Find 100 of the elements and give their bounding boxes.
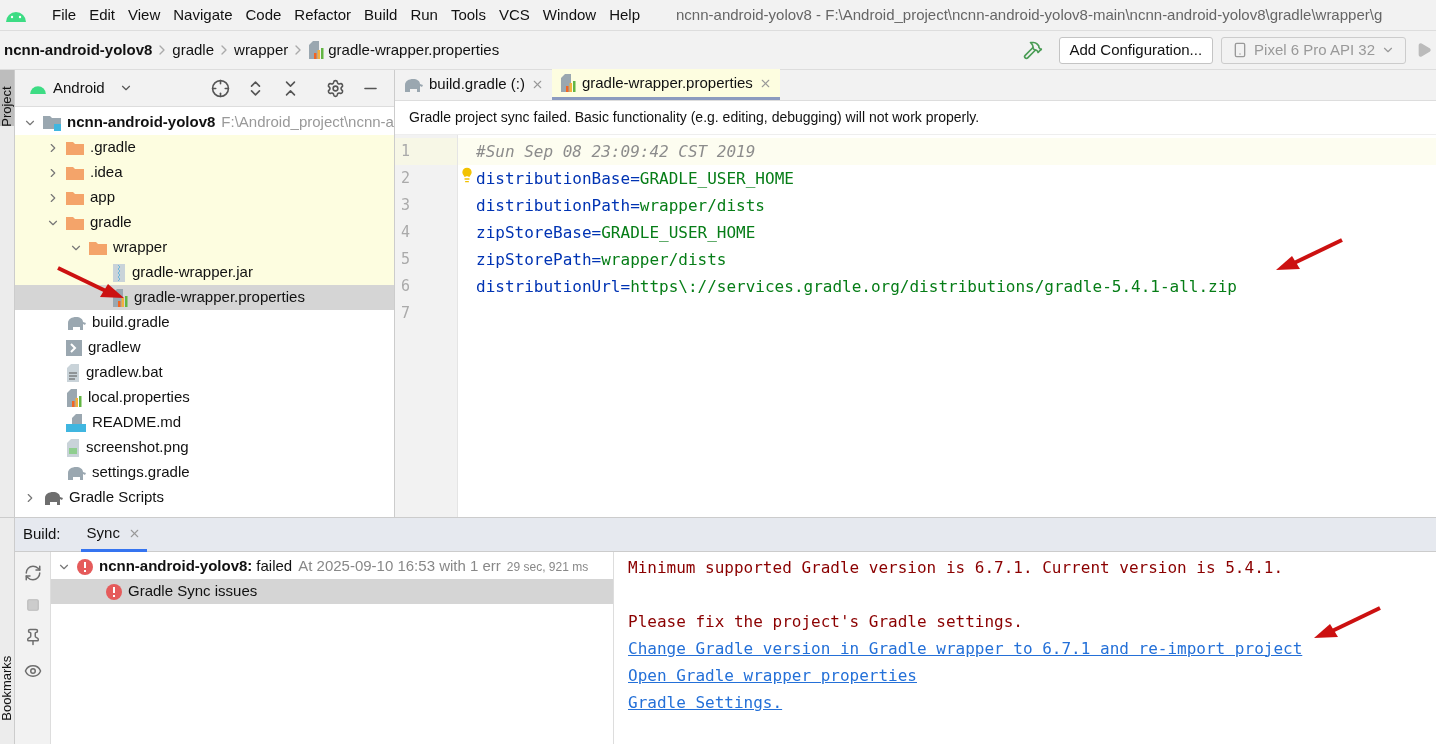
line-number: 7 [400, 303, 412, 325]
line-number: 1 [395, 138, 457, 165]
tree-item[interactable]: README.md [15, 410, 394, 435]
settings-icon[interactable] [326, 78, 345, 98]
menu-item[interactable]: Refactor [288, 3, 358, 27]
tree-item[interactable]: .idea [15, 160, 394, 185]
chart-file-icon [308, 41, 325, 59]
tree-item[interactable]: screenshot.png [15, 435, 394, 460]
sync-issue-row[interactable]: Gradle Sync issues [51, 579, 613, 604]
tab-label: gradle-wrapper.properties [581, 72, 753, 93]
editor-tab[interactable]: build.gradle (:) [395, 69, 552, 100]
image-file-icon [66, 438, 80, 457]
console-error: Minimum supported Gradle version is 6.7.1. Current version is 5.4.1. [628, 556, 1284, 579]
breadcrumb[interactable]: wrapper [234, 38, 289, 62]
tab-label: build.gradle (:) [429, 74, 525, 95]
menu-item[interactable]: Help [603, 3, 647, 27]
tree-item-label: settings.gradle [92, 462, 190, 483]
tree-item[interactable]: gradle [15, 210, 394, 235]
folder-icon [66, 140, 84, 155]
tree-item-label: .gradle [90, 137, 136, 158]
folder-icon [89, 240, 107, 255]
menu-item[interactable]: Code [239, 3, 288, 27]
tree-item-label: gradle-wrapper.properties [134, 287, 305, 308]
tree-item-label: ncnn-android-yolov8 [67, 112, 216, 133]
editor-tab[interactable]: gradle-wrapper.properties [551, 69, 780, 100]
tree-item[interactable]: gradlew [15, 335, 394, 360]
tree-item[interactable]: gradle-wrapper.jar [15, 260, 394, 285]
chart-file-icon [66, 388, 82, 407]
menu-item[interactable]: Navigate [167, 3, 239, 27]
tree-item[interactable]: ncnn-android-yolov8 F:\Android_project\ncnn-a [15, 110, 394, 135]
tree-item[interactable]: .gradle [15, 135, 394, 160]
error-icon [106, 583, 122, 600]
menu-item[interactable]: File [46, 3, 83, 27]
sync-detail: At 2025-09-10 16:53 with 1 err [298, 556, 501, 577]
locate-icon[interactable] [211, 78, 230, 98]
error-icon [77, 558, 93, 575]
line-number: 4 [400, 222, 412, 244]
tree-item-label: .idea [90, 162, 123, 183]
line-number: 6 [400, 276, 412, 298]
tree-item[interactable]: local.properties [15, 385, 394, 410]
console-link[interactable]: Gradle Settings. [628, 690, 783, 715]
eye-icon[interactable] [23, 662, 42, 680]
tree-item-label: local.properties [88, 387, 190, 408]
code-comment: #Sun Sep 08 23:09:42 CST 2019 [476, 140, 756, 163]
tree-item[interactable]: gradle-wrapper.properties [15, 285, 394, 310]
refresh-icon[interactable] [23, 564, 42, 582]
menu-item[interactable]: Build [358, 3, 404, 27]
tree-item[interactable]: settings.gradle [15, 460, 394, 485]
chart-file-icon [559, 74, 576, 92]
project-path: F:\Android_project\ncnn-a [221, 112, 394, 133]
folder-icon [66, 165, 84, 180]
menu-item[interactable]: Run [404, 3, 444, 27]
code-line: distributionBase=GRADLE_USER_HOME [476, 167, 794, 190]
folder-icon [66, 215, 84, 230]
text-file-icon [66, 363, 80, 382]
breadcrumb[interactable]: gradle-wrapper.properties [328, 38, 500, 62]
tree-item[interactable]: wrapper [15, 235, 394, 260]
menu-item[interactable]: VCS [492, 3, 536, 27]
tree-item[interactable]: Gradle Scripts [15, 485, 394, 510]
console-error: Please fix the project's Gradle settings. [628, 610, 1023, 633]
console-link[interactable]: Open Gradle wrapper properties [628, 663, 917, 688]
code-line: distributionUrl=https\://services.gradle.org/distributions/gradle-5.4.1-all.zip [476, 275, 1237, 298]
code-line: distributionPath=wrapper/dists [476, 194, 765, 217]
issue-label: Gradle Sync issues [128, 581, 258, 602]
tree-item[interactable]: build.gradle [15, 310, 394, 335]
markdown-icon [66, 413, 86, 432]
folder-icon [43, 114, 61, 131]
tree-item[interactable]: gradlew.bat [15, 360, 394, 385]
tree-item-label: gradle-wrapper.jar [132, 262, 253, 283]
folder-icon [66, 190, 84, 205]
tree-item-label: build.gradle [92, 312, 170, 333]
tree-item-label: Gradle Scripts [69, 487, 165, 508]
console-link[interactable]: Change Gradle version in Gradle wrapper to 6.7.1 and re-import project [628, 636, 1303, 661]
breadcrumb[interactable]: gradle [172, 38, 215, 62]
code-line: zipStorePath=wrapper/dists [476, 248, 727, 271]
tree-item-label: README.md [92, 412, 182, 433]
line-number: 2 [400, 168, 412, 190]
tree-item-label: gradle [90, 212, 132, 233]
tree-item-label: app [90, 187, 116, 208]
breadcrumb[interactable]: ncnn-android-yolov8 [4, 38, 153, 62]
elephant-icon [403, 77, 423, 92]
add-configuration-button[interactable]: Add Configuration... [1058, 36, 1214, 64]
window-title: ncnn-android-yolov8 - F:\Android_project\ncnn-android-yolov8-main\ncnn-android-yolov8\gradle\wrapper\g [676, 4, 1383, 25]
menu-item[interactable]: Tools [444, 3, 492, 27]
view-selector[interactable]: Android [53, 76, 133, 100]
tree-item-label: gradlew [88, 337, 141, 358]
tree-item[interactable]: app [15, 185, 394, 210]
sync-duration: 29 sec, 921 ms [506, 558, 589, 576]
code-line: zipStoreBase=GRADLE_USER_HOME [476, 221, 756, 244]
menu-item[interactable]: View [122, 3, 167, 27]
menu-item[interactable]: Edit [83, 3, 122, 27]
tree-item-label: screenshot.png [86, 437, 189, 458]
line-number: 3 [400, 195, 412, 217]
panel-label: Build: [23, 524, 61, 545]
line-number: 5 [400, 249, 412, 271]
sync-result-row[interactable]: ncnn-android-yolov8: failed At 2025-09-10 16:53 with 1 err 29 sec, 921 ms [51, 554, 613, 579]
hammer-icon[interactable] [1022, 40, 1043, 60]
project-tool-tab[interactable]: Project [0, 70, 14, 126]
terminal-icon [66, 339, 82, 356]
menu-item[interactable]: Window [536, 3, 603, 27]
